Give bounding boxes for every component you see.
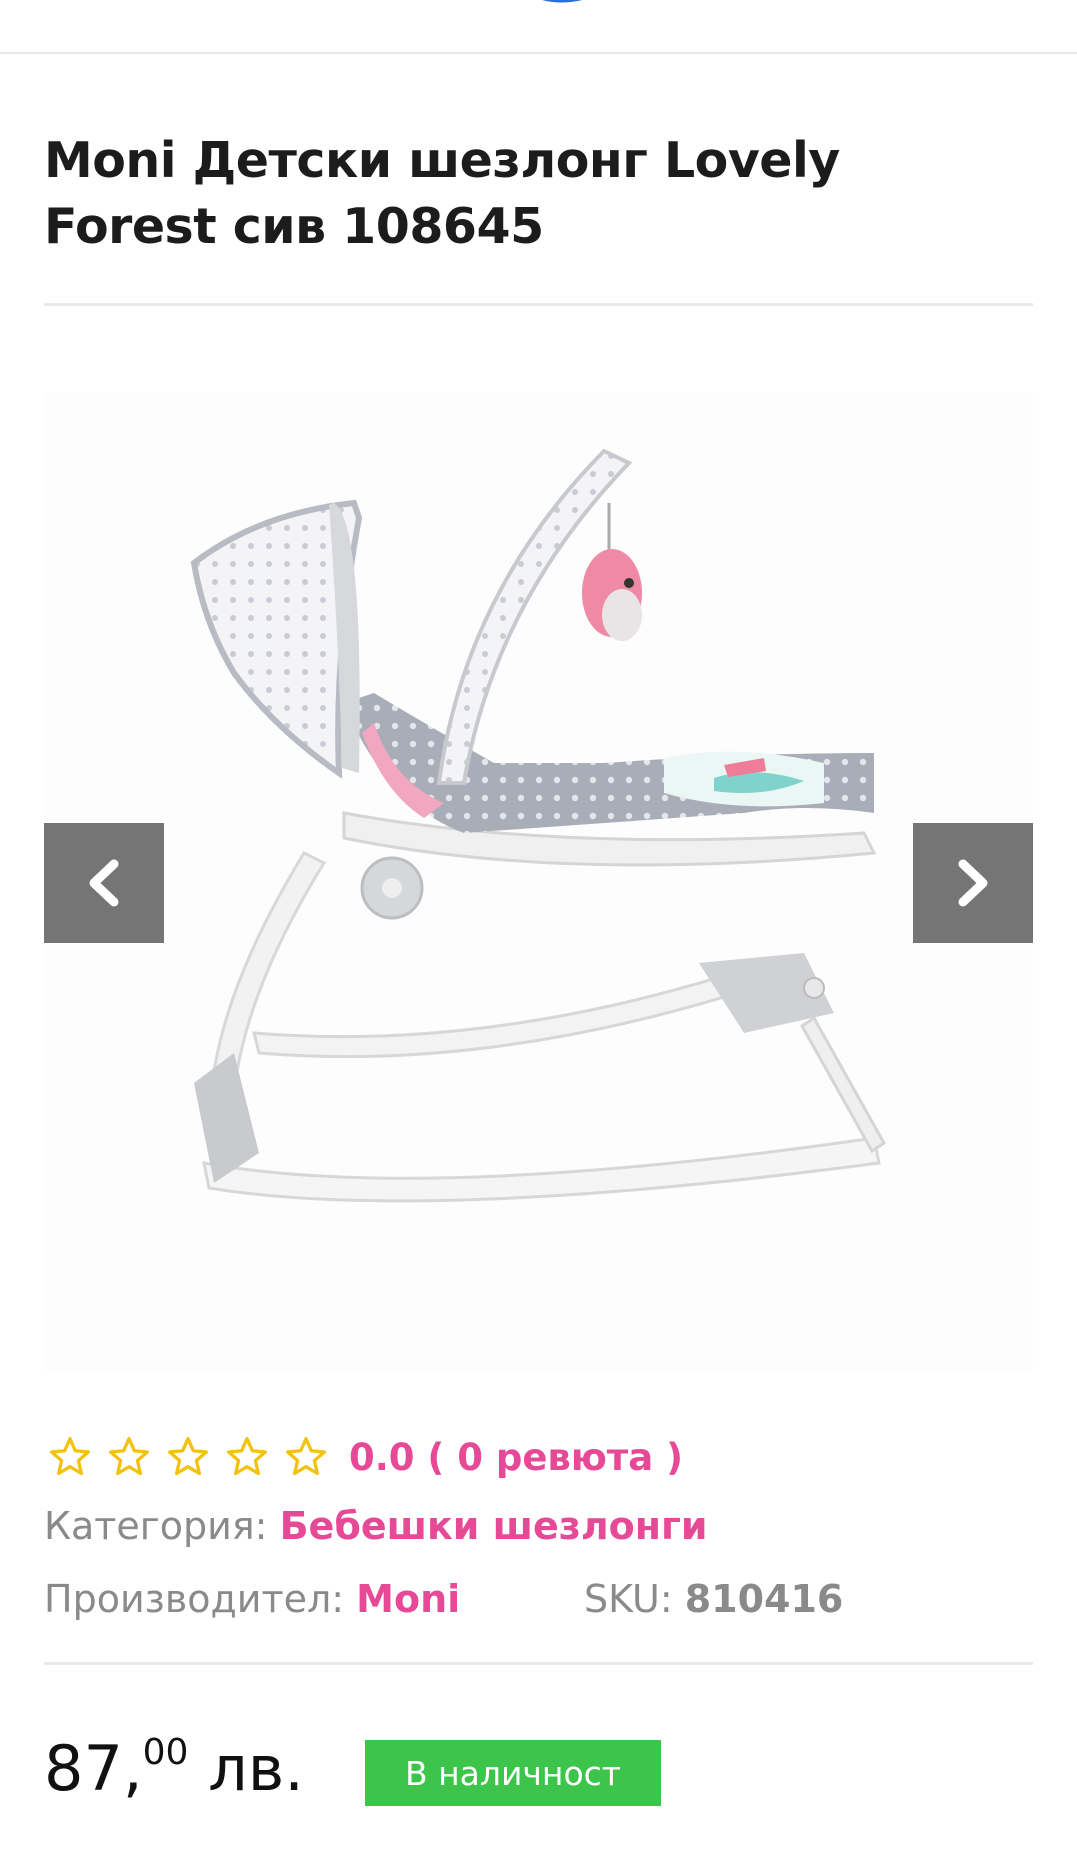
category-link[interactable]: Бебешки шезлонги xyxy=(280,1504,708,1548)
divider xyxy=(44,303,1033,306)
stock-status-badge: В наличност xyxy=(365,1740,661,1806)
gallery-next-button[interactable] xyxy=(913,823,1033,943)
chevron-right-icon xyxy=(958,859,988,907)
category-line: Категория: Бебешки шезлонги xyxy=(44,1504,708,1548)
rocking-baby-bouncer-image xyxy=(190,448,886,1203)
store-logo-icon[interactable] xyxy=(380,0,740,10)
sku-line: SKU: 810416 xyxy=(584,1577,843,1621)
product-price: 87,00 лв. xyxy=(44,1732,304,1805)
sku-value: 810416 xyxy=(684,1577,844,1621)
star-outline-icon[interactable] xyxy=(284,1435,328,1479)
sku-label: SKU: xyxy=(584,1577,673,1621)
manufacturer-link[interactable]: Moni xyxy=(356,1577,460,1621)
page-title: Moni Детски шезлонг Lovely Forest сив 10… xyxy=(44,128,1034,260)
divider xyxy=(44,1662,1033,1665)
star-outline-icon[interactable] xyxy=(225,1435,269,1479)
title-line-2: Forest сив 108645 xyxy=(44,198,544,255)
price-whole: 87, xyxy=(44,1732,143,1805)
category-label: Категория: xyxy=(44,1504,268,1548)
chevron-left-icon xyxy=(89,859,119,907)
price-currency: лв. xyxy=(208,1732,305,1805)
title-line-1: Moni Детски шезлонг Lovely xyxy=(44,132,840,189)
star-outline-icon[interactable] xyxy=(166,1435,210,1479)
star-outline-icon[interactable] xyxy=(48,1435,92,1479)
manufacturer-label: Производител: xyxy=(44,1577,345,1621)
product-image-gallery[interactable] xyxy=(44,393,1033,1371)
star-outline-icon[interactable] xyxy=(107,1435,151,1479)
manufacturer-line: Производител: Moni xyxy=(44,1577,460,1621)
top-header-bar xyxy=(0,0,1077,54)
reviews-link[interactable]: 0.0 ( 0 ревюта ) xyxy=(349,1436,683,1479)
product-rating[interactable]: 0.0 ( 0 ревюта ) xyxy=(48,1430,683,1484)
price-cents: 00 xyxy=(142,1732,189,1774)
gallery-prev-button[interactable] xyxy=(44,823,164,943)
